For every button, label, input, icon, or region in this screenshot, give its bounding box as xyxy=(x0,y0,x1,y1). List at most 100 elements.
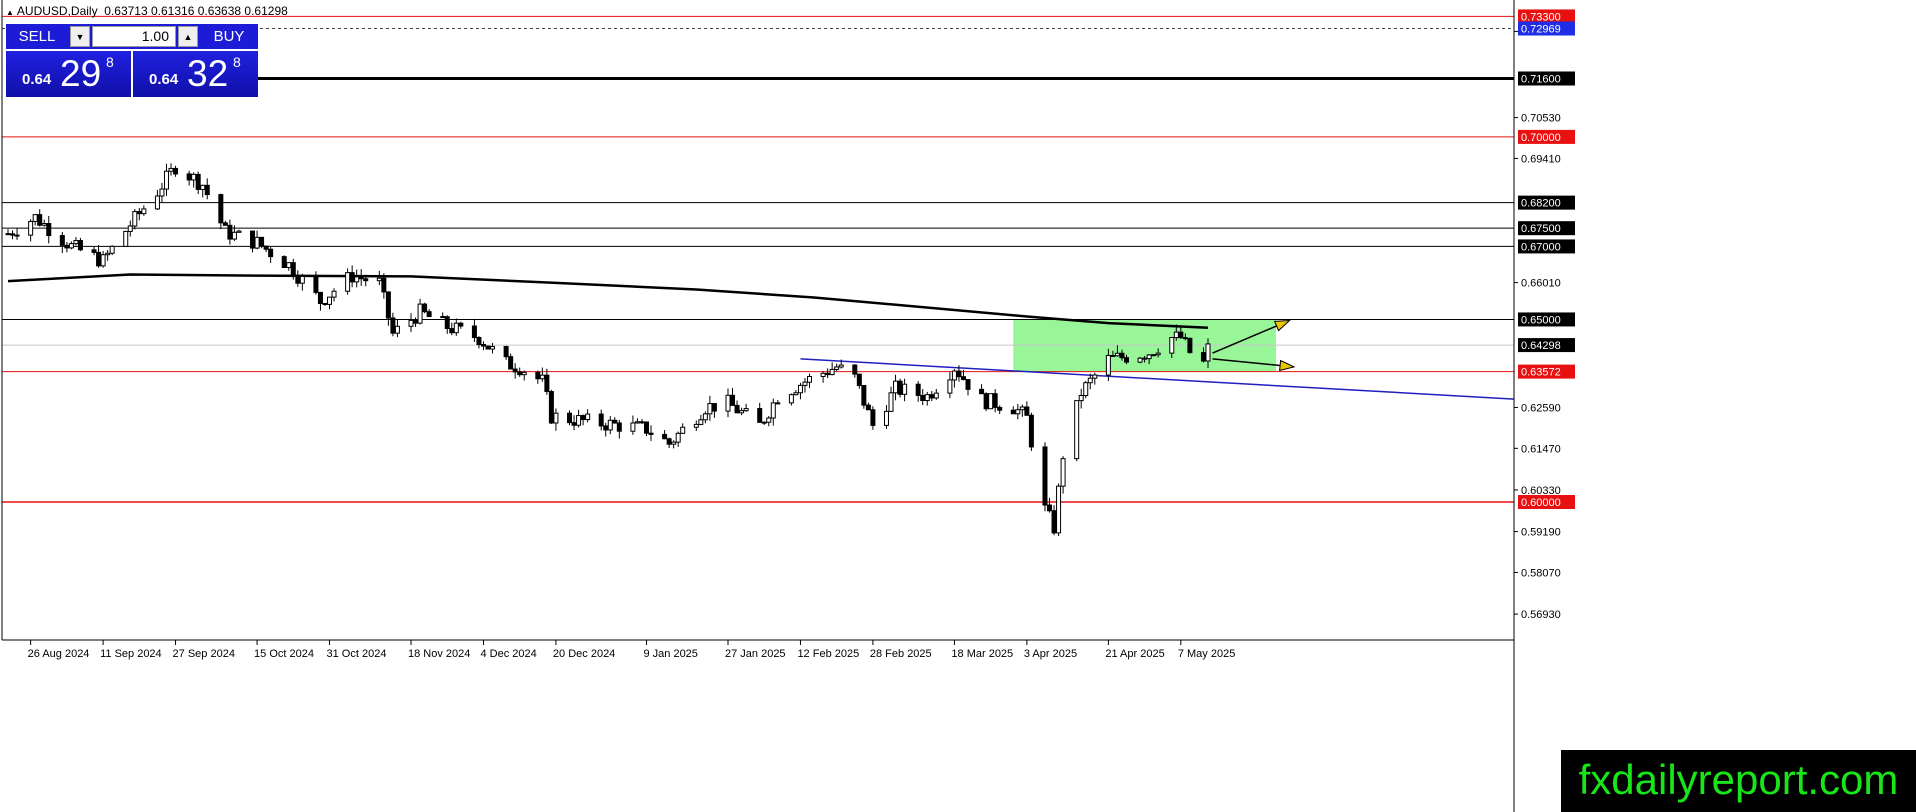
candle xyxy=(757,402,763,423)
candle-body xyxy=(730,394,736,406)
y-tick-label: 0.70530 xyxy=(1521,113,1561,125)
candle xyxy=(1056,483,1062,537)
candle xyxy=(64,241,70,253)
candle-body xyxy=(1060,458,1066,487)
candle-body xyxy=(322,303,328,306)
candle-body xyxy=(1155,352,1161,356)
candle xyxy=(820,371,826,383)
candle-body xyxy=(68,243,74,249)
candle-body xyxy=(1182,337,1188,340)
candle xyxy=(485,345,491,350)
candle-body xyxy=(1137,357,1143,363)
candle xyxy=(825,368,831,379)
candle xyxy=(585,409,591,423)
candle-body xyxy=(218,194,224,224)
candle xyxy=(453,318,459,336)
candle xyxy=(96,244,102,268)
price-label: 0.60000 xyxy=(1518,494,1575,509)
price-label: 0.63572 xyxy=(1518,364,1575,379)
candle xyxy=(254,230,260,250)
candle xyxy=(349,265,355,288)
price-label: 0.67500 xyxy=(1518,221,1575,236)
y-tick-label: 0.56930 xyxy=(1521,609,1561,621)
candle xyxy=(390,312,396,337)
x-tick-label: 31 Oct 2024 xyxy=(327,648,387,660)
candle-body xyxy=(132,211,138,227)
lot-size-input[interactable]: 1.00 xyxy=(92,26,176,47)
price-chart[interactable]: 0.728900.705300.694100.660100.625900.614… xyxy=(0,0,1916,812)
candle xyxy=(227,219,233,245)
candle-body xyxy=(195,173,201,190)
bid-prefix: 0.64 xyxy=(22,71,52,88)
price-label-text: 0.71600 xyxy=(1521,73,1561,85)
candle-body xyxy=(702,413,708,421)
candle-body xyxy=(888,392,894,412)
candle-body xyxy=(1019,406,1025,411)
candle-body xyxy=(698,419,704,425)
candle xyxy=(865,402,871,411)
candle xyxy=(28,219,34,242)
candle-body xyxy=(426,311,432,318)
candle xyxy=(290,258,296,280)
ask-price-button[interactable]: 0.64 32 8 xyxy=(133,51,258,97)
candle xyxy=(571,415,577,431)
candle-body xyxy=(825,372,831,376)
candle-body xyxy=(693,423,699,428)
lot-decrease-button[interactable]: ▼ xyxy=(70,26,90,47)
candle-body xyxy=(286,262,292,269)
candle xyxy=(426,309,432,318)
candle-body xyxy=(440,316,446,319)
candle xyxy=(979,384,985,395)
candle xyxy=(413,317,419,327)
candle-body xyxy=(630,422,636,432)
candle xyxy=(286,261,292,271)
candle xyxy=(91,247,97,256)
candle-body xyxy=(883,410,889,426)
caret-down-icon: ▼ xyxy=(75,32,85,42)
candle xyxy=(299,273,305,291)
candle-body xyxy=(1123,357,1129,363)
candle-body xyxy=(173,167,179,175)
candle xyxy=(1151,354,1157,357)
price-labels: 0.733000.72969 0.71600 0.70000 0.68200 0.675… xyxy=(1518,9,1575,509)
candle-body xyxy=(1105,355,1111,376)
candle-body xyxy=(1110,355,1116,358)
candle-body xyxy=(295,275,301,284)
candle xyxy=(109,245,115,256)
candle-body xyxy=(761,421,767,424)
candle-body xyxy=(1092,374,1098,379)
candle-body xyxy=(1028,414,1034,448)
candle xyxy=(163,163,169,196)
candle xyxy=(490,342,496,354)
candle-body xyxy=(576,415,582,426)
price-label-text: 0.60000 xyxy=(1521,497,1561,509)
bid-price-button[interactable]: 0.64 29 8 xyxy=(6,51,131,97)
candle xyxy=(136,208,142,221)
candle xyxy=(218,193,224,230)
candle-body xyxy=(480,344,486,347)
candle xyxy=(46,215,52,244)
axes xyxy=(1,0,1515,812)
candle-body xyxy=(711,403,717,412)
candle xyxy=(376,270,382,286)
candle xyxy=(204,178,210,200)
candle xyxy=(947,372,953,399)
candle-body xyxy=(59,235,65,246)
candle xyxy=(132,208,138,230)
candle xyxy=(788,393,794,406)
candle-body xyxy=(983,393,989,410)
ohlc-values: 0.63713 0.61316 0.63638 0.61298 xyxy=(104,4,288,18)
sell-button[interactable]: SELL xyxy=(6,24,68,49)
x-tick-label: 11 Sep 2024 xyxy=(100,648,162,660)
brand-watermark: fxdailyreport.com xyxy=(1561,750,1916,812)
candle-body xyxy=(820,372,826,378)
buy-button[interactable]: BUY xyxy=(200,24,258,49)
candle-body xyxy=(666,438,672,445)
candle-body xyxy=(354,276,360,283)
candle-body xyxy=(5,233,11,236)
lot-increase-button[interactable]: ▲ xyxy=(178,26,198,47)
ask-pips: 32 xyxy=(187,53,229,94)
candle-body xyxy=(1205,343,1211,362)
candle-body xyxy=(603,425,609,431)
candle-body xyxy=(639,421,645,424)
